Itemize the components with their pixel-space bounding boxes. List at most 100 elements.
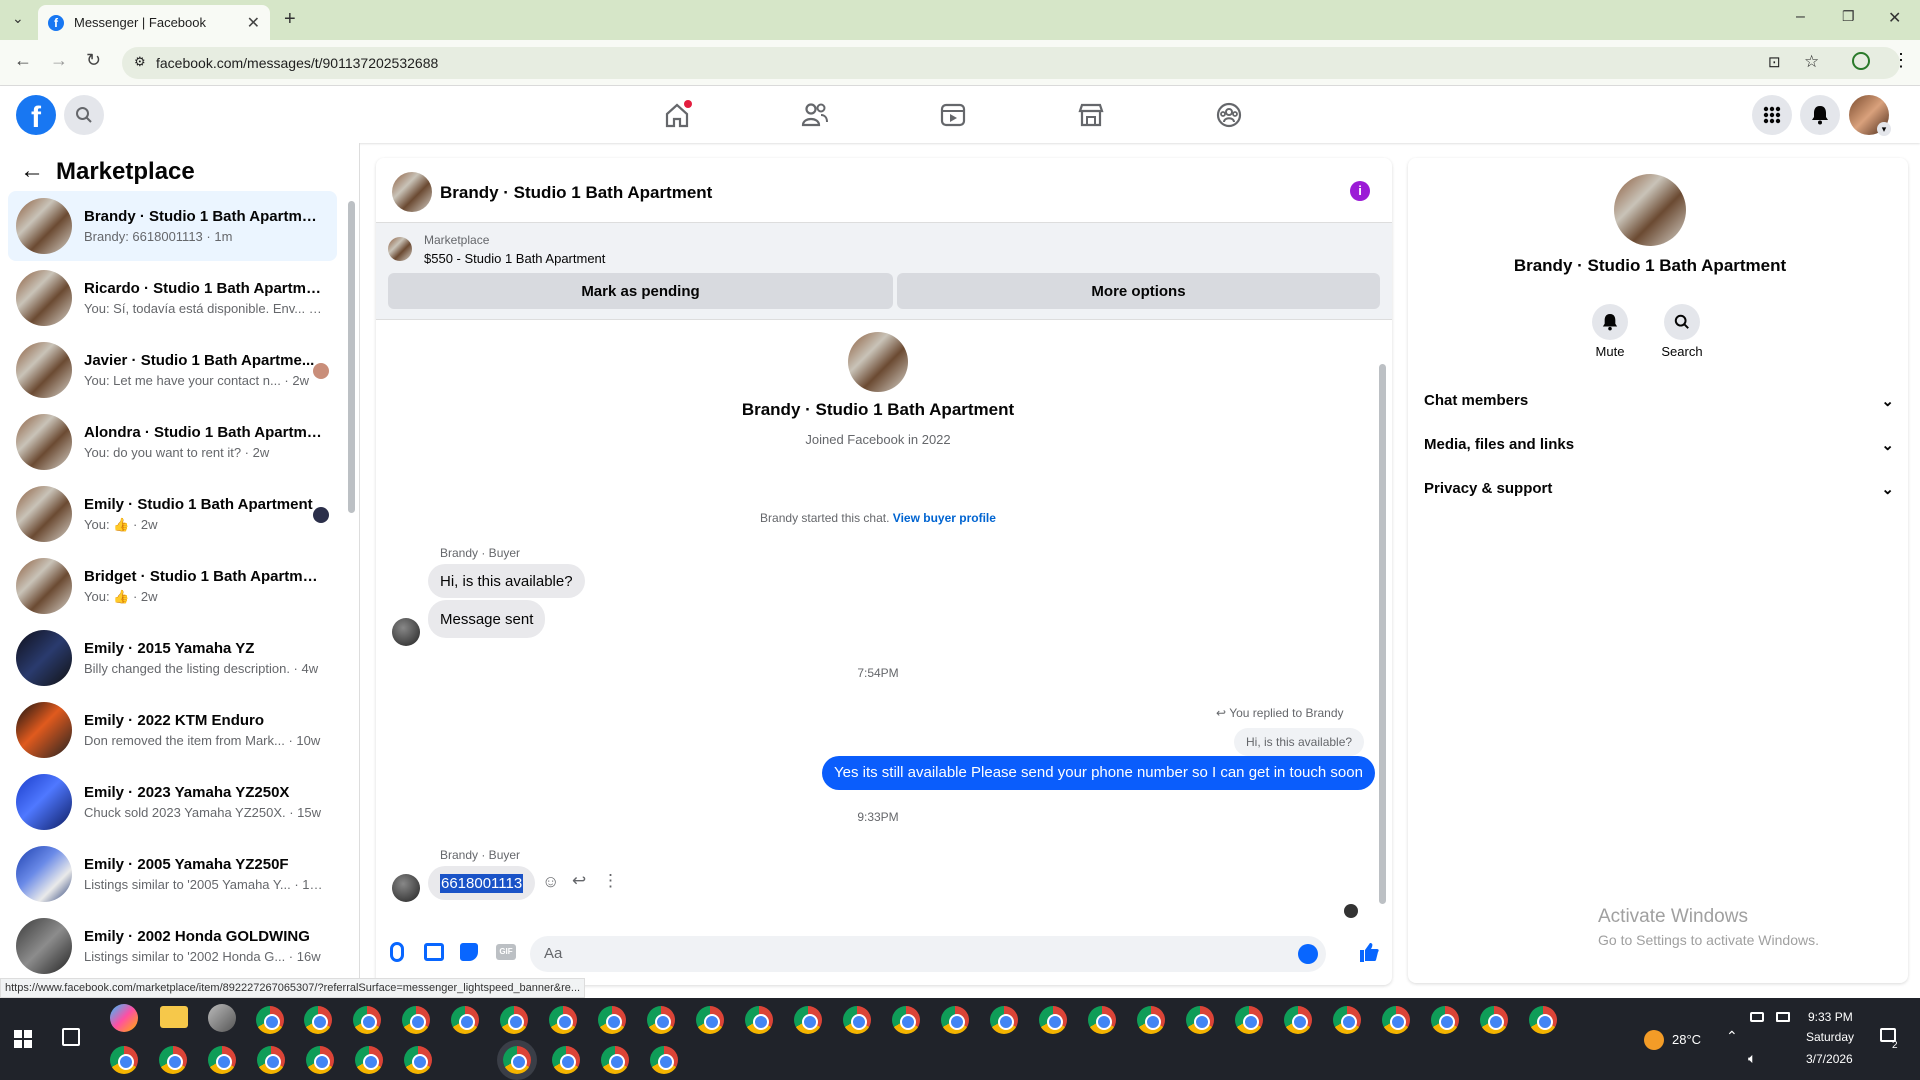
browser-menu-icon[interactable]: ⋮ xyxy=(1892,50,1910,71)
groups-icon[interactable] xyxy=(1214,100,1244,130)
chrome-taskbar-icon[interactable] xyxy=(304,1006,332,1034)
browser-tab[interactable]: f Messenger | Facebook ✕ xyxy=(38,5,270,40)
mute-bell-icon[interactable] xyxy=(1592,304,1628,340)
details-avatar[interactable] xyxy=(1614,174,1686,246)
chrome-taskbar-icon-active[interactable] xyxy=(503,1046,531,1074)
chrome-taskbar-icon[interactable] xyxy=(598,1006,626,1034)
chrome-taskbar-icon[interactable] xyxy=(1480,1006,1508,1034)
chrome-taskbar-icon[interactable] xyxy=(892,1006,920,1034)
file-explorer-icon[interactable] xyxy=(160,1006,188,1028)
volume-icon[interactable]: 🔈︎ xyxy=(1748,1050,1756,1067)
profile-icon[interactable] xyxy=(1852,52,1870,70)
chrome-taskbar-icon[interactable] xyxy=(159,1046,187,1074)
react-emoji-icon[interactable]: ☺ xyxy=(542,872,559,892)
message-input[interactable]: Aa xyxy=(530,936,1326,972)
window-close-icon[interactable]: ✕ xyxy=(1888,8,1901,28)
friends-icon[interactable] xyxy=(800,100,830,130)
conversation-item[interactable]: Emily · 2002 Honda GOLDWING Listings simi… xyxy=(8,911,337,981)
conversation-item[interactable]: Brandy · Studio 1 Bath Apartment Brandy: … xyxy=(8,191,337,261)
chat-header-avatar[interactable] xyxy=(392,172,432,212)
chrome-taskbar-icon[interactable] xyxy=(843,1006,871,1034)
sticker-icon[interactable] xyxy=(460,943,478,961)
my-message-bubble[interactable]: Yes its still available Please send your… xyxy=(822,756,1375,790)
message-bubble[interactable]: Hi, is this available? xyxy=(428,564,585,598)
menu-grid-icon[interactable] xyxy=(1752,95,1792,135)
quoted-message[interactable]: Hi, is this available? xyxy=(1234,728,1365,756)
chrome-taskbar-icon[interactable] xyxy=(990,1006,1018,1034)
search-icon[interactable] xyxy=(64,95,104,135)
chrome-taskbar-icon[interactable] xyxy=(941,1006,969,1034)
conversation-item[interactable]: Emily · 2015 Yamaha YZ Billy changed the … xyxy=(8,623,337,693)
emoji-icon[interactable] xyxy=(1298,944,1318,964)
chrome-taskbar-icon[interactable] xyxy=(1088,1006,1116,1034)
chrome-taskbar-icon[interactable] xyxy=(1529,1006,1557,1034)
conversation-item[interactable]: Javier · Studio 1 Bath Apartme... You: Le… xyxy=(8,335,337,405)
chrome-taskbar-icon[interactable] xyxy=(404,1046,432,1074)
chrome-taskbar-icon[interactable] xyxy=(1039,1006,1067,1034)
marketplace-icon[interactable] xyxy=(1076,100,1106,130)
tab-search-icon[interactable]: ⌄ xyxy=(12,10,24,27)
like-thumbs-up-icon[interactable] xyxy=(1358,941,1380,963)
chrome-taskbar-icon[interactable] xyxy=(257,1046,285,1074)
notifications-bell-icon[interactable] xyxy=(1800,95,1840,135)
chrome-taskbar-icon[interactable] xyxy=(745,1006,773,1034)
tray-chevron-up-icon[interactable]: ⌃ xyxy=(1726,1028,1738,1045)
bookmark-star-icon[interactable]: ☆ xyxy=(1804,52,1819,72)
back-icon[interactable]: ← xyxy=(14,50,32,71)
clock-date[interactable]: 3/7/2026 xyxy=(1806,1052,1853,1066)
conversation-item[interactable]: Alondra · Studio 1 Bath Apartment You: do… xyxy=(8,407,337,477)
task-view-icon[interactable] xyxy=(62,1028,80,1046)
home-icon[interactable] xyxy=(662,100,692,130)
chrome-taskbar-icon[interactable] xyxy=(402,1006,430,1034)
profile-avatar[interactable] xyxy=(848,332,908,392)
search-conversation-icon[interactable] xyxy=(1664,304,1700,340)
site-info-icon[interactable]: ⚙ xyxy=(134,54,146,70)
mark-pending-button[interactable]: Mark as pending xyxy=(388,273,893,309)
chrome-taskbar-icon[interactable] xyxy=(306,1046,334,1074)
chat-members-row[interactable]: Chat members ⌄ xyxy=(1424,392,1894,410)
network-icon[interactable] xyxy=(1776,1012,1790,1022)
message-bubble[interactable]: 6618001113 xyxy=(428,866,536,900)
chrome-taskbar-icon[interactable] xyxy=(1431,1006,1459,1034)
list-scrollbar[interactable] xyxy=(348,201,355,513)
more-actions-icon[interactable]: ⋮ xyxy=(602,871,619,891)
facebook-logo-icon[interactable]: f xyxy=(16,95,56,135)
microphone-icon[interactable] xyxy=(390,942,404,962)
chrome-taskbar-icon[interactable] xyxy=(1137,1006,1165,1034)
forward-icon[interactable]: → xyxy=(50,50,68,71)
gif-icon[interactable]: GIF xyxy=(496,944,516,960)
chrome-taskbar-icon[interactable] xyxy=(647,1006,675,1034)
listing-title[interactable]: $550 - Studio 1 Bath Apartment xyxy=(424,251,605,266)
chrome-taskbar-icon[interactable] xyxy=(256,1006,284,1034)
chrome-taskbar-icon[interactable] xyxy=(549,1006,577,1034)
meet-icon[interactable] xyxy=(1750,1012,1764,1022)
minimize-icon[interactable]: – xyxy=(1796,8,1805,26)
chrome-taskbar-icon[interactable] xyxy=(208,1046,236,1074)
conversation-item[interactable]: Ricardo · Studio 1 Bath Apartment You: Sí… xyxy=(8,263,337,333)
new-tab-icon[interactable]: + xyxy=(284,8,296,31)
clock-time[interactable]: 9:33 PM xyxy=(1808,1010,1853,1024)
info-icon[interactable]: i xyxy=(1350,181,1370,201)
chrome-taskbar-icon[interactable] xyxy=(552,1046,580,1074)
chrome-taskbar-icon[interactable] xyxy=(696,1006,724,1034)
conversation-item[interactable]: Emily · Studio 1 Bath Apartment You: 👍 · … xyxy=(8,479,337,549)
restore-icon[interactable]: ❐ xyxy=(1842,8,1855,25)
reply-icon[interactable]: ↩ xyxy=(572,871,586,891)
chrome-taskbar-icon[interactable] xyxy=(601,1046,629,1074)
chrome-taskbar-icon[interactable] xyxy=(353,1006,381,1034)
chrome-taskbar-icon[interactable] xyxy=(794,1006,822,1034)
phone-number-selected[interactable]: 6618001113 xyxy=(440,873,524,893)
chrome-taskbar-icon[interactable] xyxy=(1186,1006,1214,1034)
account-chevron-icon[interactable]: ▾ xyxy=(1877,122,1891,136)
conversation-item[interactable]: Emily · 2022 KTM Enduro Don removed the i… xyxy=(8,695,337,765)
install-icon[interactable]: ⊡ xyxy=(1768,53,1781,71)
more-options-button[interactable]: More options xyxy=(897,273,1380,309)
edge-app-icon[interactable] xyxy=(208,1004,236,1032)
listing-thumbnail[interactable] xyxy=(388,237,412,261)
chrome-taskbar-icon[interactable] xyxy=(451,1006,479,1034)
photo-icon[interactable] xyxy=(424,943,444,961)
url-input[interactable]: ⚙ facebook.com/messages/t/90113720253268… xyxy=(122,47,1900,79)
clock-day[interactable]: Saturday xyxy=(1806,1030,1854,1044)
chrome-taskbar-icon[interactable] xyxy=(500,1006,528,1034)
chat-header-title[interactable]: Brandy · Studio 1 Bath Apartment xyxy=(440,183,712,203)
